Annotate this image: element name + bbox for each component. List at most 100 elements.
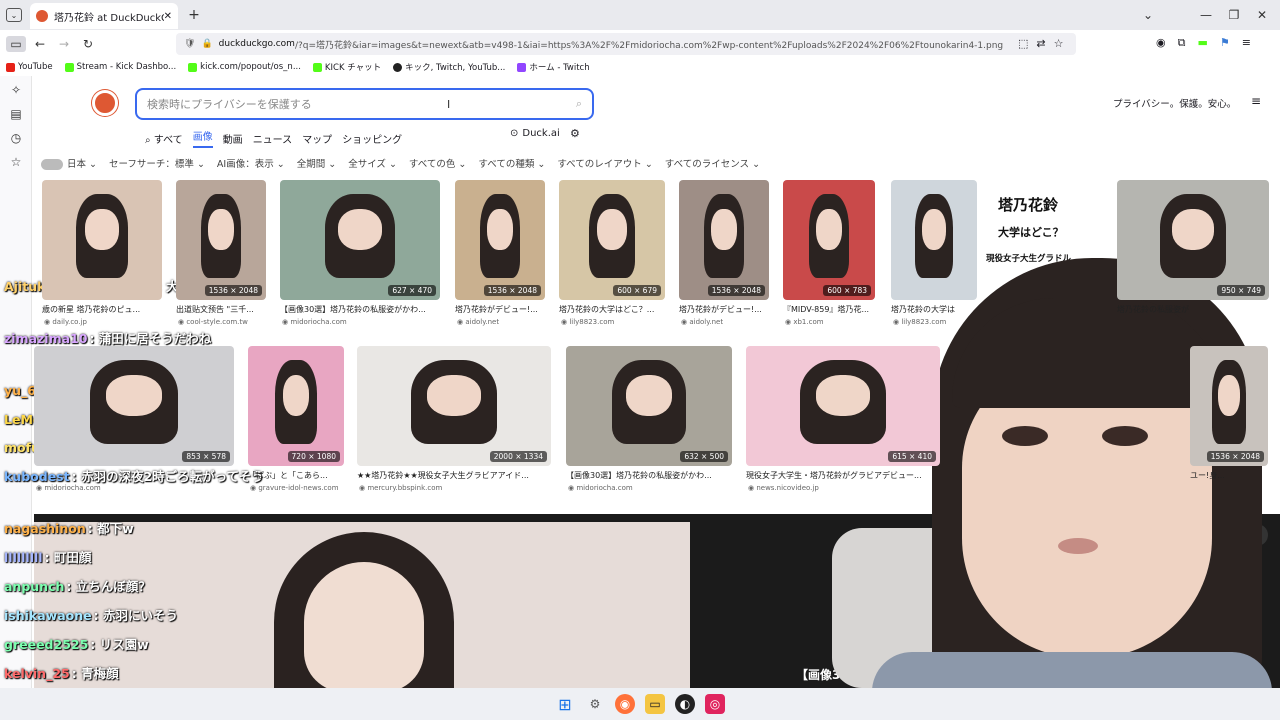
tab-images[interactable]: 画像 [192,128,213,148]
extensions-icon[interactable]: ⧉ [1178,36,1186,50]
extension-blue-icon[interactable]: ⚑ [1220,36,1230,50]
region-filter[interactable]: 日本 ⌄ [41,156,97,170]
maximize-icon[interactable]: ❐ [1226,7,1242,23]
obs-icon[interactable]: ◐ [675,694,695,714]
image-source[interactable]: ◉ aidoly.net [681,318,771,326]
time-filter[interactable]: 全期間 ⌄ [297,156,337,170]
size-filter[interactable]: 全サイズ ⌄ [348,156,397,170]
image-caption[interactable]: 【画像30選】塔乃花鈴の私服姿がかわ... [566,470,742,481]
reload-icon[interactable]: ↻ [80,36,96,52]
extension-green-icon[interactable]: ▬ [1197,36,1207,50]
row2-thumbnail[interactable]: 632 × 500 [566,346,732,466]
color-filter[interactable]: すべての色 ⌄ [409,156,466,170]
bookmark-kick-dashboard[interactable]: Stream - Kick Dashbo... [64,62,176,72]
bookmark-star-icon[interactable]: ☆ [1054,37,1064,50]
bookmark-multichat[interactable]: キック, Twitch, YouTub... [393,61,505,73]
menu-icon[interactable]: ≡ [1242,36,1251,50]
image-caption[interactable]: 出道贴文预告 "三千... [176,304,276,315]
image-caption[interactable]: 歳の新星 塔乃花鈴のピュ... [42,304,172,315]
tab-list-icon[interactable]: ⌄ [6,8,22,22]
translate-icon[interactable]: ⇄ [1036,37,1045,50]
url-bar[interactable]: 🛡 🔒 duckduckgo.com /?q=塔乃花鈴&iar=images&t… [176,33,1076,55]
image-caption[interactable]: 塔乃花鈴の大学はどこ？... [559,304,675,315]
image-source[interactable]: ◉ midoriocha.com [36,484,236,492]
settings-app-icon[interactable]: ⚙ [585,694,605,714]
tab-videos[interactable]: 動画 [223,131,243,146]
hamburger-menu-icon[interactable]: ≡ [1251,94,1261,108]
browser-tab[interactable]: 塔乃花鈴 at DuckDuckGo ✕ [30,3,178,29]
image-caption[interactable]: 「ぱぶ」と「こあら... [248,470,354,481]
bookmark-youtube[interactable]: YouTube [6,62,53,72]
sidebar-toggle-icon[interactable]: ▭ [6,36,26,52]
image-caption[interactable]: 【画像30選】塔乃花鈴の私服姿がかわ... [280,304,450,315]
settings-gear-icon[interactable]: ⚙ [570,127,580,140]
firefox-icon[interactable]: ◉ [615,694,635,714]
tab-shopping[interactable]: ショッピング [342,131,402,146]
region-toggle[interactable] [41,159,63,170]
close-window-icon[interactable]: ✕ [1254,7,1270,23]
image-caption[interactable]: ★★塔乃花鈴★★現役女子大生グラビアアイド... [357,470,561,481]
chevron-down-icon[interactable]: ⌄ [1140,7,1156,23]
row1-thumbnail[interactable]: 1536 × 2048 [679,180,769,300]
image-source[interactable]: ◉ news.nicovideo.jp [748,484,942,492]
row1-thumbnail[interactable]: 1536 × 2048 [455,180,545,300]
image-source[interactable]: ◉ lily8823.com [893,318,979,326]
sparkle-icon[interactable]: ✧ [8,82,24,98]
row1-thumbnail[interactable]: 627 × 470 [280,180,440,300]
start-windows-icon[interactable]: ⊞ [555,694,575,714]
row2-thumbnail[interactable]: 720 × 1080 [248,346,344,466]
tab-news[interactable]: ニュース [253,131,293,146]
close-tab-icon[interactable]: ✕ [164,11,172,22]
image-caption[interactable]: 『MIDV-859』塔乃花... [783,304,885,315]
bookmark-kick-popout[interactable]: kick.com/popout/os_n... [188,62,301,72]
bookmark-twitch[interactable]: ホーム - Twitch [517,61,590,73]
tab-all[interactable]: ⌕ すべて [145,131,183,146]
image-caption[interactable]: 塔乃花鈴の大学は [891,304,987,315]
tabs-icon[interactable]: ▤ [8,106,24,122]
reader-icon[interactable]: ⬚ [1018,37,1028,50]
image-source[interactable]: ◉ midoriocha.com [282,318,442,326]
row1-thumbnail[interactable] [42,180,162,300]
image-source[interactable]: ◉ mercury.bbspink.com [359,484,553,492]
image-source[interactable]: ◉ aidoly.net [457,318,547,326]
new-tab-button[interactable]: + [186,6,202,24]
row2-thumbnail[interactable]: 615 × 410 [746,346,940,466]
row2-thumbnail[interactable]: 853 × 578 [34,346,234,466]
row1-thumbnail[interactable]: 1536 × 2048 [176,180,266,300]
back-icon[interactable]: ← [32,36,48,52]
image-caption[interactable]: 塔乃花鈴がデビュー!... [455,304,555,315]
row1-thumbnail[interactable] [891,180,977,300]
search-input[interactable]: 検索時にプライバシーを保護する I ⌕ [135,88,594,120]
image-source[interactable]: ◉ daily.co.jp [44,318,164,326]
tab-maps[interactable]: マップ [302,131,332,146]
forward-icon[interactable]: → [56,36,72,52]
safesearch-filter[interactable]: セーフサーチ：標準 ⌄ [109,156,205,170]
bookmark-kick-chat[interactable]: KICK チャット [312,61,381,73]
account-icon[interactable]: ◉ [1156,36,1166,50]
layout-filter[interactable]: すべてのレイアウト ⌄ [557,156,652,170]
row1-thumbnail[interactable]: 600 × 679 [559,180,665,300]
minimize-icon[interactable]: — [1198,7,1214,23]
history-icon[interactable]: ◷ [8,130,24,146]
row1-thumbnail[interactable]: 950 × 749 [1117,180,1269,300]
row1-thumbnail[interactable]: 600 × 783 [783,180,875,300]
image-source[interactable]: ◉ lily8823.com [561,318,667,326]
image-caption[interactable]: 塔乃花鈴がデビュー!... [679,304,779,315]
image-caption[interactable]: 塔乃花鈴の私服姿が [1117,304,1279,315]
duckduckgo-logo[interactable] [92,90,118,116]
type-filter[interactable]: すべての種類 ⌄ [478,156,545,170]
file-explorer-icon[interactable]: ▭ [645,694,665,714]
row2-thumbnail[interactable]: 1536 × 2048 [1190,346,1268,466]
recording-app-icon[interactable]: ◎ [705,694,725,714]
ai-image-filter[interactable]: AI画像：表示 ⌄ [217,156,285,170]
search-icon[interactable]: ⌕ [576,97,582,111]
image-source[interactable]: ◉ midoriocha.com [568,484,734,492]
license-filter[interactable]: すべてのライセンス ⌄ [665,156,760,170]
bookmarks-icon[interactable]: ☆ [8,154,24,170]
row2-thumbnail[interactable]: 2000 × 1334 [357,346,551,466]
privacy-tagline[interactable]: プライバシー。保護。安心。 [1113,96,1236,110]
image-caption[interactable]: 現役女子大学生・塔乃花鈴がグラビアデビュー... [746,470,950,481]
image-caption[interactable]: ユー!身... [1190,470,1278,481]
duck-ai-link[interactable]: ⊙ Duck.ai [510,128,560,139]
image-source[interactable]: ◉ cool-style.com.tw [178,318,268,326]
